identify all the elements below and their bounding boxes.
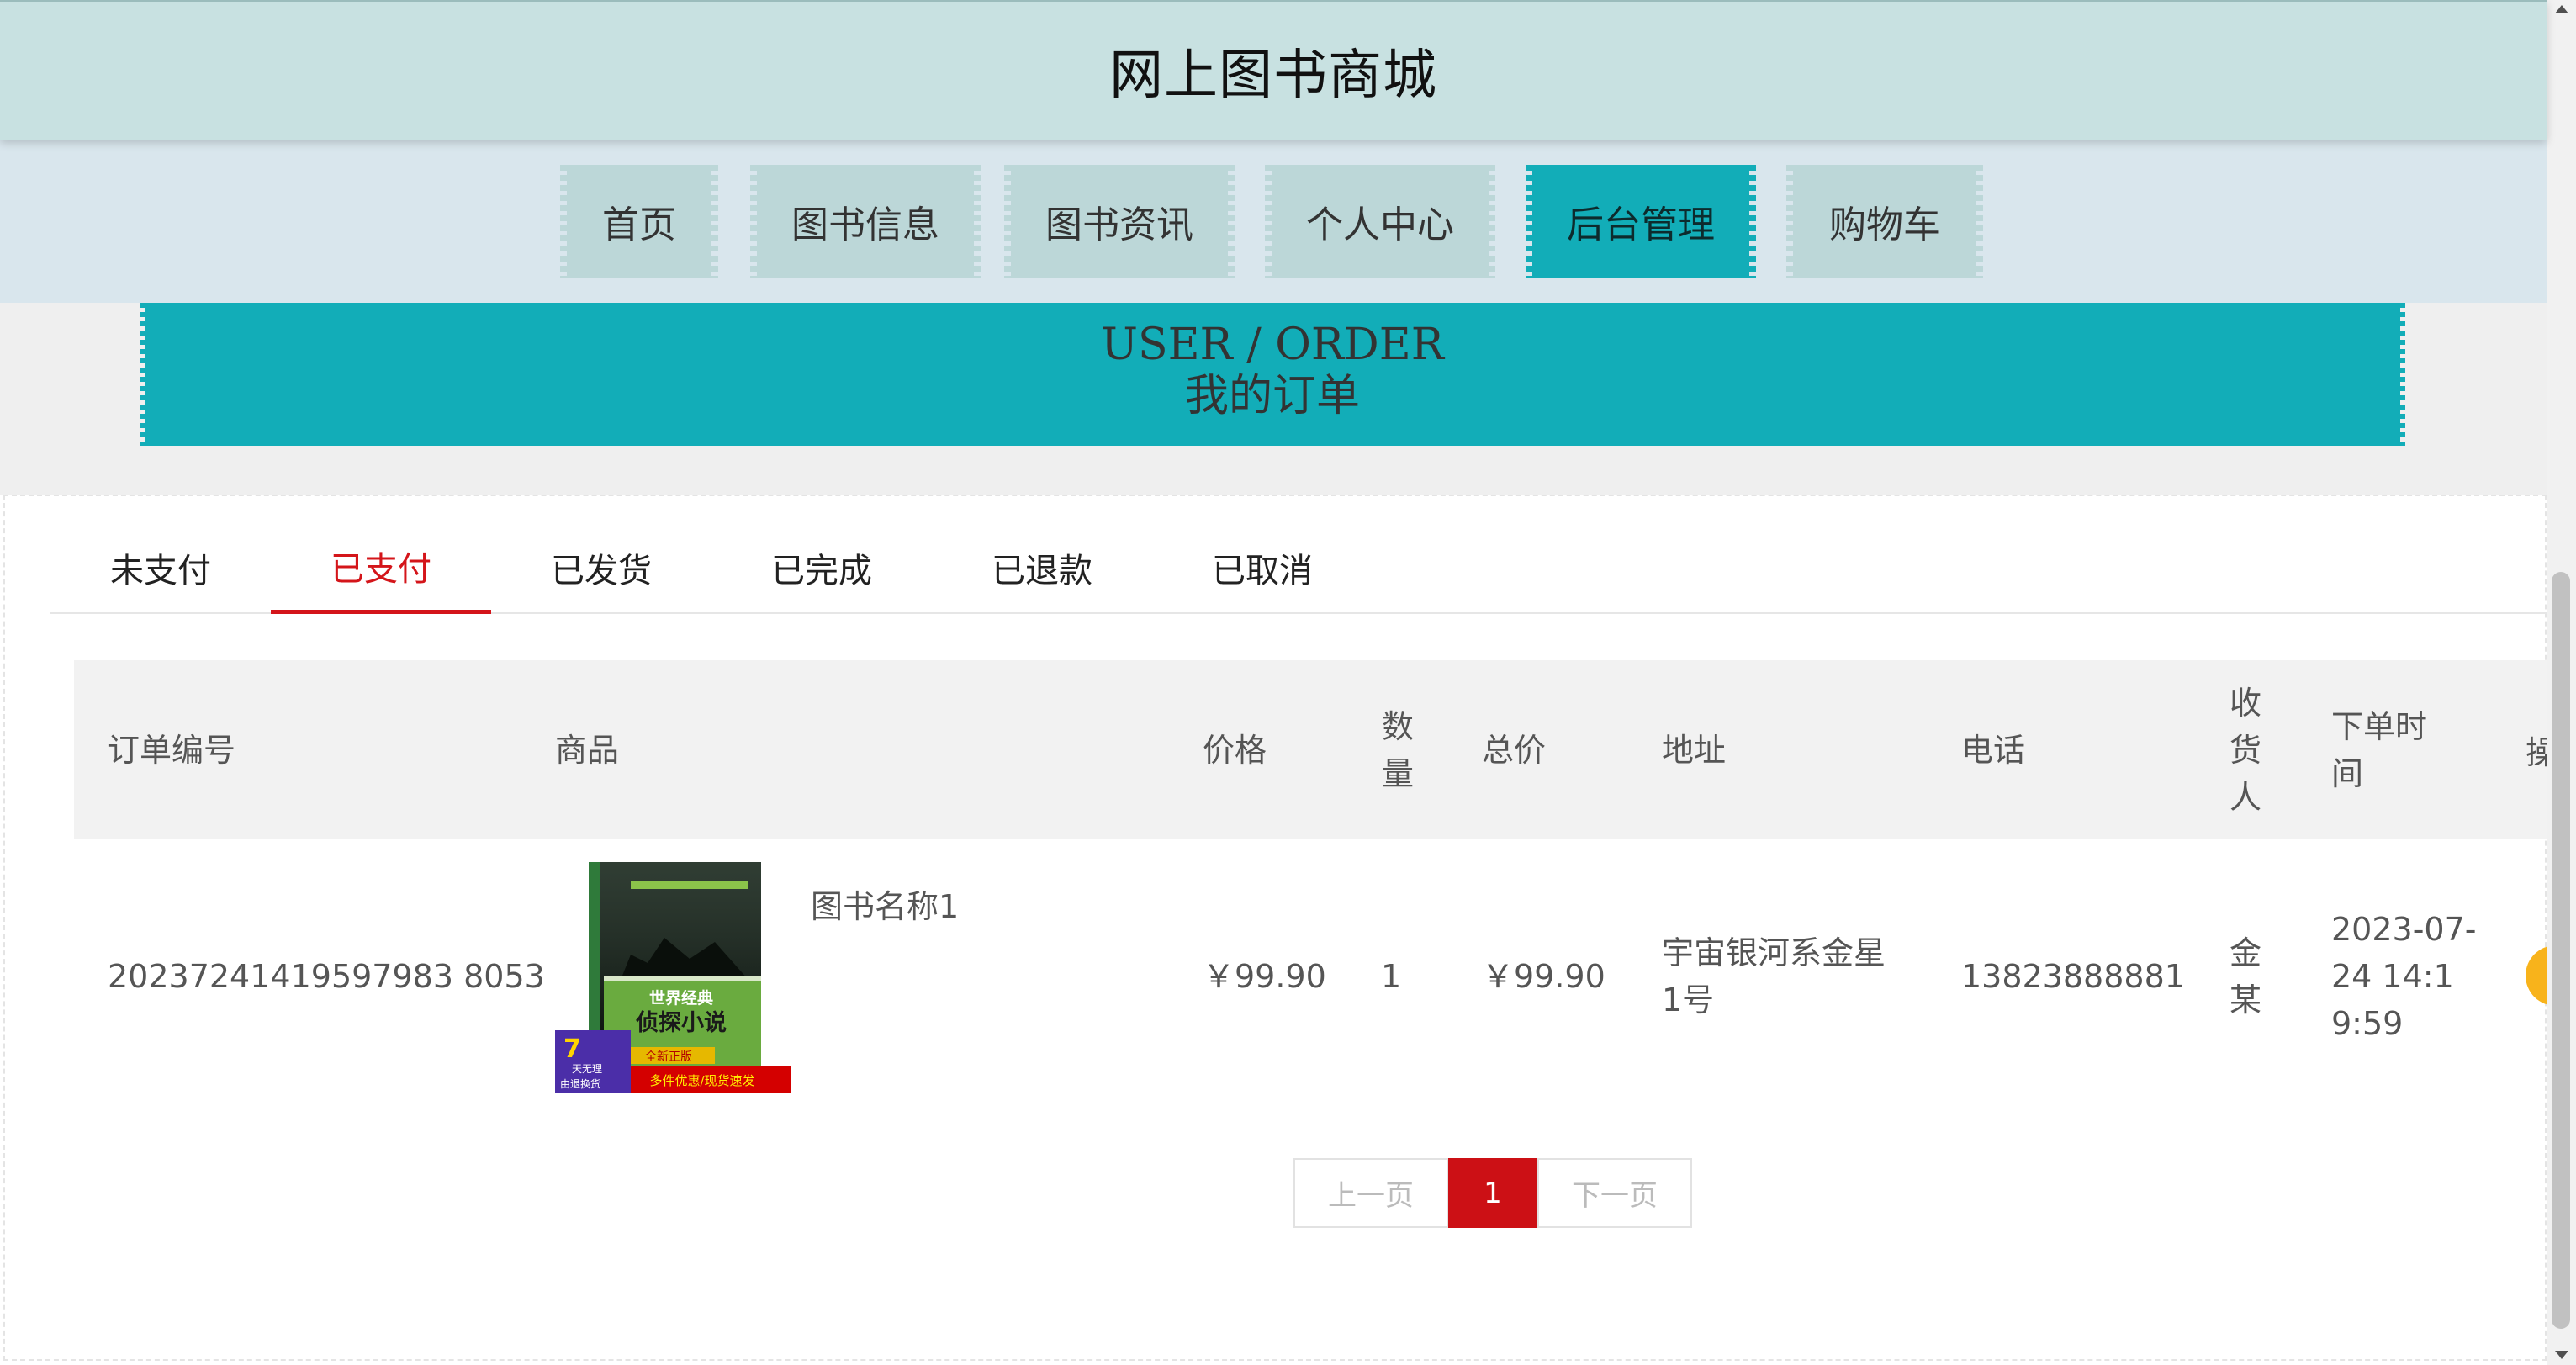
- site-title: 网上图书商城: [1109, 45, 1437, 107]
- tab-paid[interactable]: 已支付: [271, 521, 491, 614]
- order-status-tabs: 未支付 已支付 已发货 已完成 已退款 已取消: [50, 521, 2547, 614]
- th-address: 地址: [1662, 732, 1727, 769]
- order-panel: [3, 495, 2547, 1361]
- nav-item-personal-center[interactable]: 个人中心: [1265, 165, 1495, 278]
- quantity: 1: [1381, 958, 1402, 995]
- order-number: 20237241419597983 8053: [108, 958, 545, 995]
- svg-text:世界经典: 世界经典: [649, 988, 713, 1008]
- nav-item-home[interactable]: 首页: [560, 165, 718, 278]
- th-total: 总价: [1482, 732, 1547, 769]
- scroll-up-arrow-icon[interactable]: [2555, 5, 2568, 13]
- nav-item-admin[interactable]: 后台管理: [1526, 165, 1756, 278]
- th-receiver: 收货人: [2229, 685, 2261, 816]
- svg-text:全新正版: 全新正版: [645, 1050, 692, 1064]
- scrollbar-thumb[interactable]: [2552, 572, 2570, 1329]
- th-order-no: 订单编号: [108, 732, 236, 769]
- goods-name[interactable]: 图书名称1: [811, 883, 959, 930]
- tab-shipped[interactable]: 已发货: [491, 521, 711, 614]
- page-banner: USER / ORDER 我的订单: [140, 303, 2405, 446]
- svg-text:多件优惠/现货速发: 多件优惠/现货速发: [649, 1073, 754, 1088]
- th-goods: 商品: [555, 732, 620, 769]
- tab-completed[interactable]: 已完成: [711, 521, 932, 614]
- nav-item-cart[interactable]: 购物车: [1786, 165, 1983, 278]
- site-header: 网上图书商城: [0, 0, 2547, 140]
- receiver-name: 金某: [2229, 934, 2261, 1018]
- th-phone: 电话: [1961, 732, 2026, 769]
- svg-text:由退换货: 由退换货: [560, 1077, 600, 1090]
- svg-text:7: 7: [563, 1034, 581, 1064]
- th-price: 价格: [1203, 732, 1267, 769]
- svg-text:侦探小说: 侦探小说: [636, 1010, 727, 1036]
- pagination: 上一页 1 下一页: [1293, 1158, 1692, 1228]
- next-page-button[interactable]: 下一页: [1537, 1158, 1692, 1228]
- tab-cancelled[interactable]: 已取消: [1152, 521, 1373, 614]
- unit-price: ￥99.90: [1203, 958, 1326, 995]
- table-header: [74, 660, 2547, 839]
- total-price: ￥99.90: [1482, 958, 1605, 995]
- th-quantity: 数量: [1381, 708, 1414, 792]
- tab-refunded[interactable]: 已退款: [932, 521, 1152, 614]
- svg-text:天无理: 天无理: [572, 1063, 602, 1075]
- scroll-down-arrow-icon[interactable]: [2555, 1351, 2568, 1359]
- phone-number: 13823888881: [1961, 958, 2185, 995]
- prev-page-button[interactable]: 上一页: [1293, 1158, 1448, 1228]
- banner-title-en: USER / ORDER: [1101, 320, 1444, 370]
- page: 网上图书商城 首页 图书信息 图书资讯 个人中心 后台管理 购物车 USER /…: [0, 0, 2576, 1365]
- banner-title-cn: 我的订单: [1184, 371, 1360, 421]
- book-cover-image: 世界经典 侦探小说 全新正版 多件优惠/现货速发 7 天无理 由退换货: [555, 862, 791, 1093]
- current-page-button[interactable]: 1: [1448, 1158, 1537, 1228]
- order-time: 2023-07-24 14:19:59: [2331, 911, 2477, 1042]
- nav-item-book-info[interactable]: 图书信息: [750, 165, 981, 278]
- th-order-time: 下单时间: [2331, 708, 2428, 792]
- tab-unpaid[interactable]: 未支付: [50, 521, 271, 614]
- shipping-address: 宇宙银河系金星1号: [1662, 934, 1886, 1018]
- nav-item-book-news[interactable]: 图书资讯: [1004, 165, 1235, 278]
